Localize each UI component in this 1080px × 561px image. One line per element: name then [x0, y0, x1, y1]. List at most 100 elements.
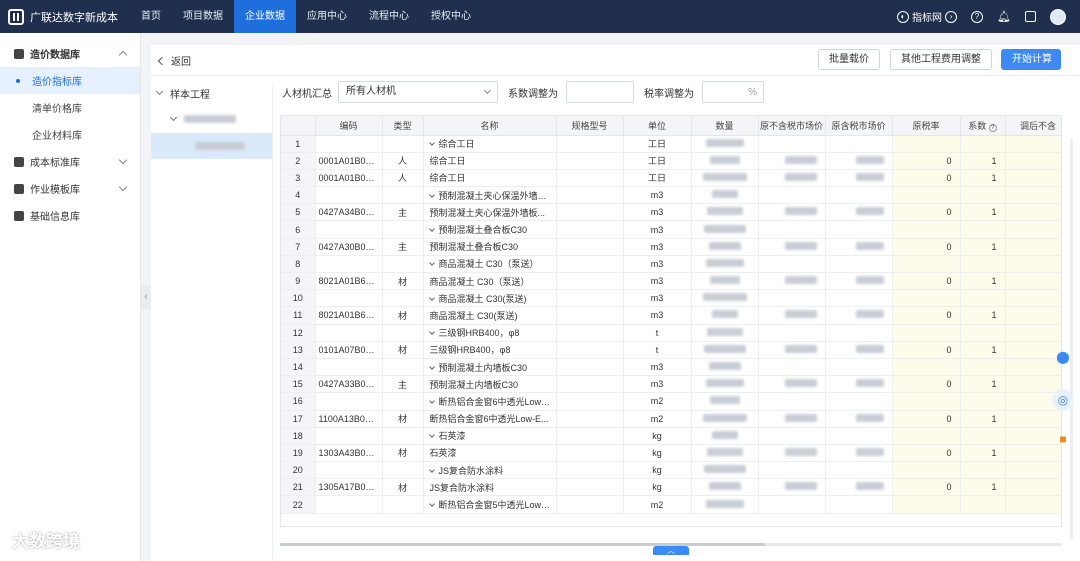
cell-spec[interactable] — [556, 461, 624, 480]
cell-type[interactable] — [382, 427, 424, 445]
cell-name[interactable]: 石英漆 — [423, 444, 557, 463]
cell-code[interactable] — [315, 495, 383, 514]
cell-qty[interactable] — [691, 169, 759, 188]
cell-tax-rate[interactable]: 0 — [892, 444, 961, 463]
table-row[interactable]: 13 0101A07B03C... 材三级钢HRB400，φ8 t 0 1 — [281, 341, 1061, 359]
cell-adjusted[interactable] — [1005, 495, 1061, 514]
cell-qty[interactable] — [691, 324, 759, 342]
cell-price-ex-tax[interactable] — [758, 478, 826, 497]
table-row[interactable]: 7 0427A30B01BV 主预制混凝土叠合板C30 m3 0 1 — [281, 238, 1061, 256]
cell-tax-rate[interactable] — [892, 255, 961, 274]
start-calc-button[interactable]: 开始计算 — [1001, 49, 1061, 70]
cell-type[interactable]: 人 — [382, 169, 424, 188]
cell-spec[interactable] — [556, 238, 624, 256]
cell-unit[interactable]: m3 — [623, 255, 692, 274]
cell-price-ex-tax[interactable] — [758, 220, 826, 239]
cell-coef[interactable] — [960, 255, 1006, 274]
cell-price-inc-tax[interactable] — [825, 289, 893, 308]
table-row[interactable]: 15 0427A33B01BV 主预制混凝土内墙板C30 m3 0 1 — [281, 375, 1061, 394]
cell-spec[interactable] — [556, 203, 624, 222]
location-pin-icon[interactable]: ⬤ — [1052, 346, 1074, 368]
cell-coef[interactable] — [960, 220, 1006, 239]
cell-adjusted[interactable] — [1005, 186, 1061, 205]
back-button[interactable]: 返回 — [157, 53, 191, 68]
table-row[interactable]: 19 1303A43B01CB 材石英漆 kg 0 1 — [281, 444, 1061, 463]
table-row[interactable]: 5 0427A34B01BV 主预制混凝土夹心保温外墙板... m3 0 1 — [281, 203, 1061, 222]
cell-name[interactable]: 预制混凝土夹心保温外墙板C30 — [423, 186, 557, 205]
col-header-unit[interactable]: 单位 — [623, 116, 692, 136]
cell-name[interactable]: 预制混凝土叠合板C30 — [423, 220, 557, 239]
cell-price-ex-tax[interactable] — [758, 444, 826, 463]
cell-unit[interactable]: m3 — [623, 375, 692, 394]
chevron-down-icon[interactable] — [428, 329, 435, 335]
nav-enterprise-data[interactable]: 企业数据 — [234, 0, 296, 33]
cell-price-inc-tax[interactable] — [825, 220, 893, 239]
cell-price-ex-tax[interactable] — [758, 152, 826, 170]
cell-tax-rate[interactable] — [892, 289, 961, 308]
cell-adjusted[interactable] — [1005, 272, 1061, 291]
sidebar-collapse-toggle[interactable]: ‹ — [141, 285, 151, 309]
cell-name[interactable]: 断热铝合金窗5中透光Low-E+... — [423, 495, 557, 514]
cell-price-ex-tax[interactable] — [758, 392, 826, 411]
sidebar-group-template[interactable]: 作业模板库 — [0, 175, 140, 202]
cell-price-ex-tax[interactable] — [758, 306, 826, 325]
cell-coef[interactable] — [960, 324, 1006, 342]
cell-price-ex-tax[interactable] — [758, 324, 826, 342]
cell-spec[interactable] — [556, 358, 624, 377]
chevron-down-icon[interactable] — [428, 140, 435, 146]
chevron-down-icon[interactable] — [428, 398, 435, 404]
cell-price-inc-tax[interactable] — [825, 238, 893, 256]
cell-type[interactable] — [382, 186, 424, 205]
cell-name[interactable]: 断热铝合金窗6中透光Low-E+... — [423, 392, 557, 411]
table-row[interactable]: 1 综合工日 工日 — [281, 135, 1061, 153]
cell-adjusted[interactable] — [1005, 410, 1061, 428]
col-header-tax-rate[interactable]: 原税率 — [892, 116, 961, 136]
cell-name[interactable]: 综合工日 — [423, 169, 557, 188]
cell-coef[interactable] — [960, 135, 1006, 153]
cell-unit[interactable]: m2 — [623, 392, 692, 411]
cell-coef[interactable]: 1 — [960, 478, 1006, 497]
cell-type[interactable] — [382, 220, 424, 239]
cell-spec[interactable] — [556, 324, 624, 342]
cell-qty[interactable] — [691, 495, 759, 514]
cell-qty[interactable] — [691, 341, 759, 359]
cell-type[interactable] — [382, 324, 424, 342]
cell-unit[interactable]: m3 — [623, 220, 692, 239]
cell-type[interactable]: 材 — [382, 478, 424, 497]
cell-price-inc-tax[interactable] — [825, 324, 893, 342]
cell-qty[interactable] — [691, 461, 759, 480]
cell-tax-rate[interactable]: 0 — [892, 238, 961, 256]
cell-adjusted[interactable] — [1005, 306, 1061, 325]
table-row[interactable]: 17 1100A13B01B... 材断热铝合金窗6中透光Low-E... m2 0 1 — [281, 410, 1061, 428]
cell-coef[interactable] — [960, 495, 1006, 514]
cell-name[interactable]: 综合工日 — [423, 135, 557, 153]
cell-adjusted[interactable] — [1005, 203, 1061, 222]
sidebar-group-cost-db[interactable]: 造价数据库 — [0, 40, 140, 67]
cell-code[interactable]: 1305A17B01CB — [315, 478, 383, 497]
cell-spec[interactable] — [556, 392, 624, 411]
cell-unit[interactable]: m3 — [623, 358, 692, 377]
cell-price-ex-tax[interactable] — [758, 135, 826, 153]
cell-coef[interactable] — [960, 186, 1006, 205]
cell-name[interactable]: 商品混凝土 C30（泵送） — [423, 272, 557, 291]
cell-price-ex-tax[interactable] — [758, 186, 826, 205]
cell-type[interactable]: 材 — [382, 410, 424, 428]
cell-code[interactable]: 0001A01B01B... — [315, 169, 383, 188]
cell-name[interactable]: 综合工日 — [423, 152, 557, 170]
cell-type[interactable]: 材 — [382, 272, 424, 291]
cell-tax-rate[interactable]: 0 — [892, 203, 961, 222]
cell-qty[interactable] — [691, 220, 759, 239]
cell-type[interactable]: 材 — [382, 306, 424, 325]
table-row[interactable]: 10 商品混凝土 C30(泵送) m3 — [281, 289, 1061, 308]
cell-code[interactable] — [315, 427, 383, 445]
cell-unit[interactable]: 工日 — [623, 152, 692, 170]
cell-unit[interactable]: m3 — [623, 306, 692, 325]
cell-name[interactable]: 预制混凝土内墙板C30 — [423, 375, 557, 394]
cell-qty[interactable] — [691, 203, 759, 222]
cell-adjusted[interactable] — [1005, 135, 1061, 153]
cell-spec[interactable] — [556, 444, 624, 463]
cell-qty[interactable] — [691, 289, 759, 308]
cell-name[interactable]: 预制混凝土叠合板C30 — [423, 238, 557, 256]
cell-name[interactable]: 商品混凝土 C30(泵送) — [423, 289, 557, 308]
cell-qty[interactable] — [691, 392, 759, 411]
